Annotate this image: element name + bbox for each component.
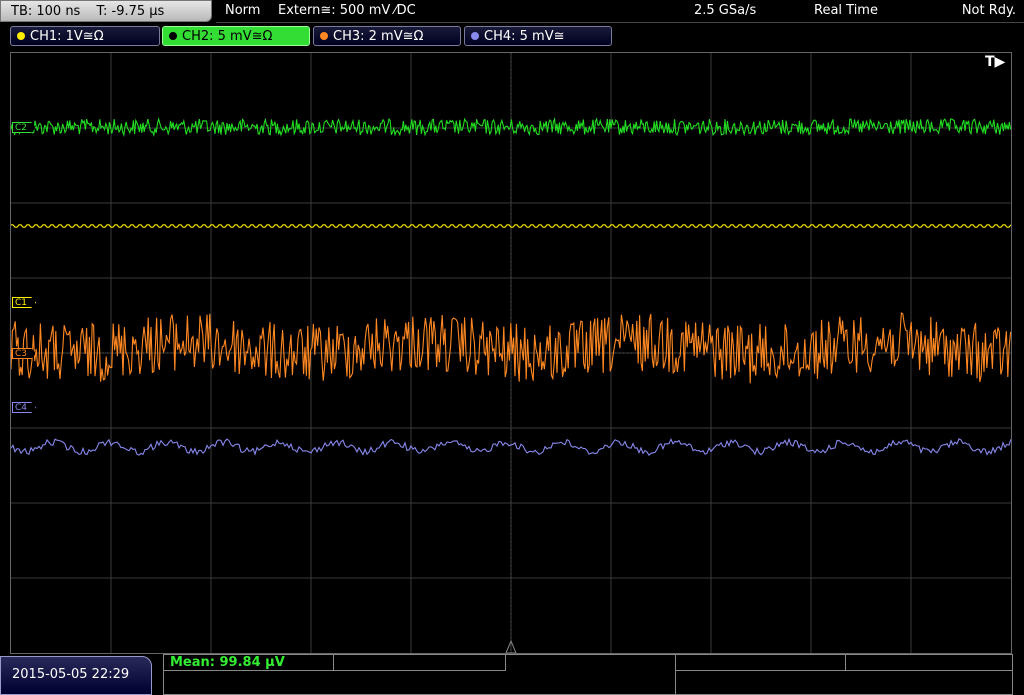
channel-3-marker[interactable]: C3	[12, 348, 37, 359]
channel-4-tab[interactable]: CH4: 5 mV≅	[464, 26, 612, 46]
trigger-mode: Norm	[225, 3, 261, 18]
trigger-position-marker: T▶	[985, 54, 1006, 70]
channel-3-tab[interactable]: CH3: 2 mV≅Ω	[313, 26, 461, 46]
channel-2-label: CH2: 5 mV≅Ω	[182, 29, 273, 44]
channel-1-marker[interactable]: C1	[12, 297, 37, 308]
acquisition-mode: Real Time	[814, 3, 878, 18]
channel-2-marker[interactable]: C2	[12, 122, 37, 133]
measurement-cell[interactable]	[676, 655, 846, 671]
channel-2-tab[interactable]: CH2: 5 mV≅Ω	[162, 26, 310, 46]
sample-rate: 2.5 GSa/s	[694, 3, 757, 18]
waveform-grid	[11, 53, 1011, 653]
measurement-cell[interactable]	[506, 655, 676, 695]
channel-3-label: CH3: 2 mV≅Ω	[333, 29, 424, 44]
timebase-panel[interactable]: TB: 100 ns T: -9.75 µs	[0, 0, 212, 22]
measurement-cell[interactable]	[334, 655, 506, 671]
channel-1-dot-icon	[17, 32, 25, 40]
trigger-source: Extern≅: 500 mV ⁄DC	[278, 3, 416, 18]
channel-4-marker[interactable]: C4	[12, 402, 37, 413]
date-time-display: 2015-05-05 22:29	[0, 656, 152, 695]
top-status-bar: TB: 100 ns T: -9.75 µs Norm Extern≅: 500…	[0, 0, 1024, 24]
trigger-time-label: T: -9.75 µs	[96, 4, 165, 19]
run-status: Not Rdy.	[961, 3, 1016, 18]
channel-2-dot-icon	[169, 32, 177, 40]
measurement-cell[interactable]	[846, 655, 1012, 671]
acquisition-info[interactable]: Norm Extern≅: 500 mV ⁄DC 2.5 GSa/s Real …	[216, 0, 1024, 23]
timebase-label: TB: 100 ns	[11, 4, 81, 19]
measurement-cell[interactable]: Mean: 99.84 µV	[164, 655, 334, 671]
channel-3-dot-icon	[320, 32, 328, 40]
channel-tabs: CH1: 1V≅Ω CH2: 5 mV≅Ω CH3: 2 mV≅Ω CH4: 5…	[0, 26, 1024, 47]
date-time-label: 2015-05-05 22:29	[12, 667, 130, 682]
channel-1-tab[interactable]: CH1: 1V≅Ω	[10, 26, 160, 46]
channel-4-label: CH4: 5 mV≅	[484, 29, 565, 44]
channel-4-dot-icon	[471, 32, 479, 40]
channel-1-label: CH1: 1V≅Ω	[30, 29, 104, 44]
measurement-table[interactable]: Mean: 99.84 µV	[163, 654, 1013, 695]
mean-measurement: Mean: 99.84 µV	[170, 655, 285, 670]
